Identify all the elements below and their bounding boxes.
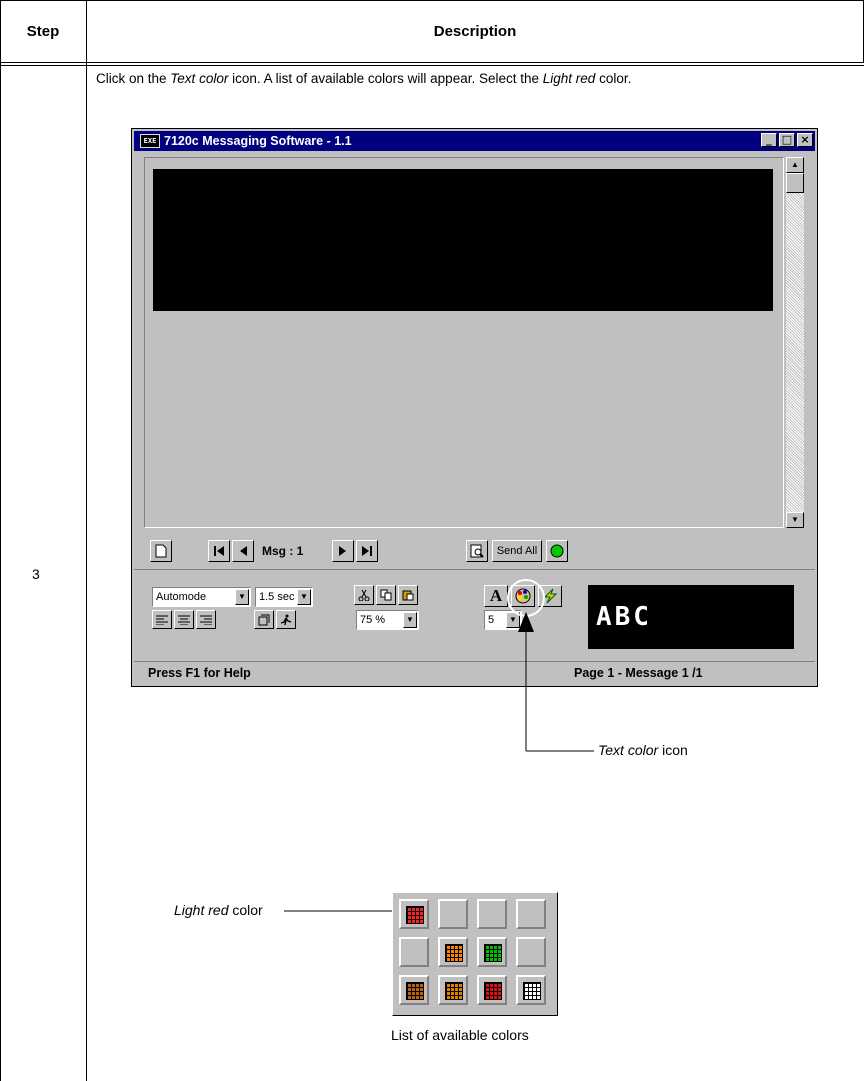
palette-caption: List of available colors xyxy=(391,1027,529,1043)
color-swatch[interactable] xyxy=(477,937,507,967)
color-swatch[interactable] xyxy=(516,937,546,967)
swatch-grid-icon xyxy=(445,982,463,1000)
light-red-callout-label: Light red color xyxy=(174,902,263,918)
swatch-grid-icon xyxy=(484,982,502,1000)
swatch-grid-icon xyxy=(406,906,424,924)
swatch-grid-icon xyxy=(445,944,463,962)
color-swatch[interactable] xyxy=(477,899,507,929)
color-swatch[interactable] xyxy=(516,975,546,1005)
swatch-grid-icon xyxy=(484,944,502,962)
color-swatch[interactable] xyxy=(399,937,429,967)
color-swatch[interactable] xyxy=(399,975,429,1005)
text-color-callout-label: Text color icon xyxy=(598,742,688,758)
color-palette xyxy=(392,892,558,1016)
swatch-grid-icon xyxy=(406,982,424,1000)
color-swatch[interactable] xyxy=(438,899,468,929)
color-swatch[interactable] xyxy=(399,899,429,929)
text-color-highlight-ring xyxy=(507,579,545,617)
color-swatch[interactable] xyxy=(516,899,546,929)
color-swatch[interactable] xyxy=(477,975,507,1005)
color-swatch[interactable] xyxy=(438,975,468,1005)
swatch-grid-icon xyxy=(523,982,541,1000)
color-swatch[interactable] xyxy=(438,937,468,967)
